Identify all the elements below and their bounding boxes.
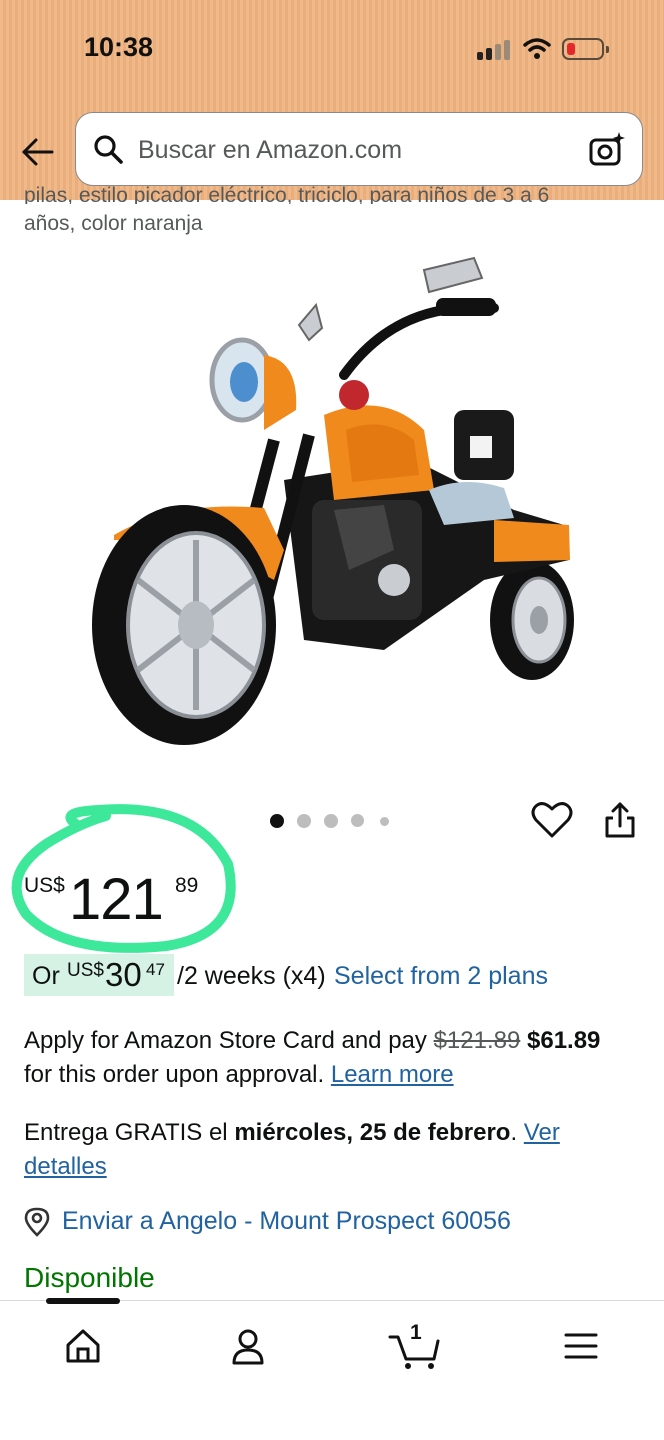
installment-prefix: Or	[32, 962, 60, 990]
product-title: años, color naranja	[24, 212, 203, 235]
header: 10:38	[0, 0, 664, 200]
home-icon	[66, 1329, 100, 1363]
search-input[interactable]	[138, 131, 558, 169]
search-icon	[94, 135, 123, 164]
location-pin-icon	[24, 1207, 50, 1237]
back-arrow-icon[interactable]	[18, 132, 58, 172]
store-card-new-price: $61.89	[527, 1027, 601, 1054]
installment-whole: 30	[105, 956, 142, 993]
search-bar[interactable]	[75, 112, 643, 186]
user-icon	[232, 1329, 264, 1365]
store-card-offer: Apply for Amazon Store Card and pay $121…	[24, 1024, 644, 1092]
product-title-partial: pilas, estilo picador eléctrico, tricicl…	[24, 186, 550, 204]
carousel-dot[interactable]	[380, 817, 389, 826]
product-image[interactable]	[84, 250, 584, 760]
status-time: 10:38	[84, 32, 154, 62]
carousel-dot[interactable]	[351, 814, 364, 827]
store-card-text-after: for this order upon approval.	[24, 1061, 331, 1088]
nav-home[interactable]	[53, 1321, 113, 1371]
cellular-signal-icon	[477, 40, 511, 60]
nav-account[interactable]	[218, 1321, 278, 1371]
carousel-dot[interactable]	[324, 814, 338, 828]
learn-more-link[interactable]: Learn more	[331, 1061, 454, 1088]
installment-currency: US$	[67, 960, 104, 981]
delivery-suffix: .	[510, 1119, 524, 1146]
active-tab-indicator	[46, 1298, 120, 1304]
nav-menu[interactable]	[550, 1321, 610, 1371]
delivery-date: miércoles, 25 de febrero	[234, 1119, 511, 1146]
delivery-prefix: Entrega GRATIS el	[24, 1119, 235, 1146]
installment-period: /2 weeks (x4)	[177, 962, 326, 990]
ship-to-text[interactable]: Enviar a Angelo - Mount Prospect 60056	[62, 1207, 511, 1236]
bottom-navigation: 1	[0, 1298, 664, 1440]
store-card-old-price: $121.89	[433, 1027, 521, 1054]
price-fraction: 89	[175, 874, 199, 897]
wifi-icon	[523, 38, 551, 59]
carousel-dot[interactable]	[297, 814, 311, 828]
installment-fraction: 47	[146, 960, 165, 979]
select-plans-link[interactable]: Select from 2 plans	[334, 962, 548, 991]
nav-cart[interactable]: 1	[386, 1321, 446, 1371]
carousel-dot[interactable]	[270, 814, 284, 828]
delivery-info: Entrega GRATIS el miércoles, 25 de febre…	[24, 1116, 644, 1184]
share-icon[interactable]	[602, 800, 638, 840]
battery-icon	[562, 38, 609, 60]
availability-status: Disponible	[24, 1262, 155, 1293]
heart-icon[interactable]	[531, 800, 573, 840]
price-whole: 121	[69, 867, 164, 932]
store-card-text: Apply for Amazon Store Card and pay	[24, 1027, 434, 1054]
hamburger-menu-icon	[564, 1333, 598, 1359]
price-currency: US$	[24, 874, 65, 897]
cart-count-badge: 1	[410, 1321, 422, 1344]
camera-search-icon[interactable]	[588, 131, 626, 169]
